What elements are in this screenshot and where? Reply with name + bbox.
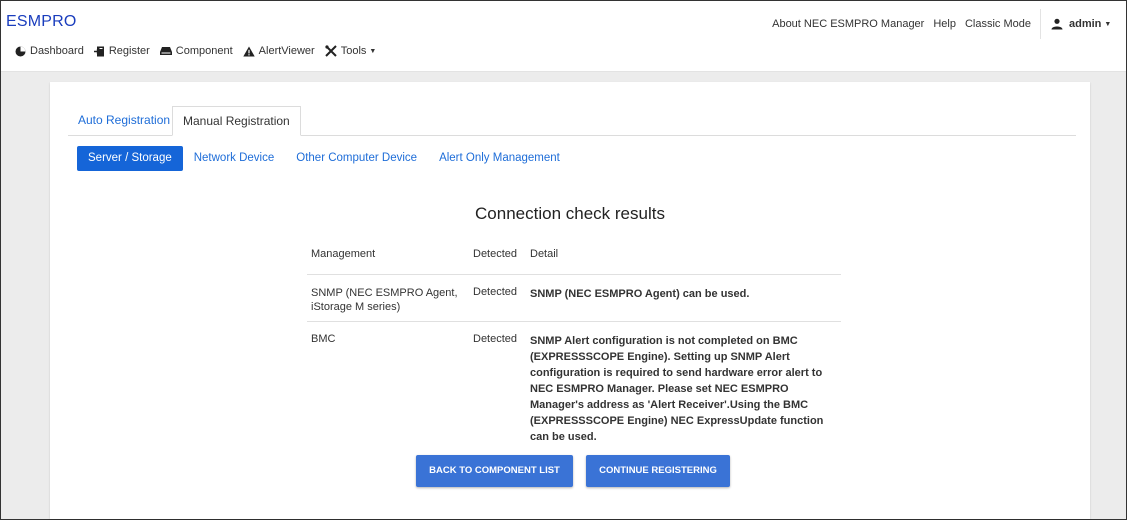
- user-icon: [1051, 18, 1063, 30]
- table-row: BMC Detected SNMP Alert configuration is…: [307, 322, 841, 447]
- row-detected: Detected: [472, 274, 529, 322]
- header-links: About NEC ESMPRO Manager Help Classic Mo…: [772, 9, 1126, 39]
- nav-component-label: Component: [175, 45, 233, 57]
- page-title: Connection check results: [475, 204, 665, 223]
- device-type-nav: Server / Storage Network Device Other Co…: [77, 146, 571, 171]
- row-detail: SNMP Alert configuration is not complete…: [530, 335, 824, 443]
- row-detected: Detected: [473, 333, 518, 345]
- alert-icon: [242, 46, 255, 56]
- tab-manual-registration[interactable]: Manual Registration: [172, 106, 301, 136]
- help-link[interactable]: Help: [933, 18, 956, 30]
- nav-dashboard[interactable]: Dashboard: [15, 45, 84, 57]
- row-detail: SNMP (NEC ESMPRO Agent) can be used.: [529, 274, 841, 322]
- row-management: BMC: [311, 333, 336, 345]
- classic-mode-link[interactable]: Classic Mode: [965, 18, 1031, 30]
- about-link[interactable]: About NEC ESMPRO Manager: [772, 18, 924, 30]
- chevron-down-icon: ▼: [1104, 20, 1112, 28]
- app-brand[interactable]: ESMPRO: [6, 13, 77, 31]
- continue-registering-button[interactable]: CONTINUE REGISTERING: [586, 455, 730, 487]
- content-area: Auto Registration Manual Registration Se…: [1, 72, 1126, 519]
- nav-alertviewer-label: AlertViewer: [258, 45, 315, 57]
- register-icon: [93, 46, 104, 56]
- registration-tabs: Auto Registration Manual Registration: [68, 97, 1076, 136]
- chevron-down-icon: ▼: [369, 47, 377, 55]
- nav-alertviewer[interactable]: AlertViewer: [242, 45, 315, 57]
- nav-register[interactable]: Register: [93, 45, 150, 57]
- subnav-server-storage[interactable]: Server / Storage: [77, 146, 183, 171]
- user-menu[interactable]: admin ▼: [1040, 9, 1126, 39]
- tools-icon: [325, 45, 337, 57]
- nav-component[interactable]: Component: [159, 45, 233, 57]
- table-row: SNMP (NEC ESMPRO Agent, iStorage M serie…: [307, 274, 841, 322]
- subnav-alert-only-management[interactable]: Alert Only Management: [428, 146, 571, 171]
- user-name: admin: [1069, 18, 1102, 30]
- column-header-detail: Detail: [529, 234, 841, 275]
- dashboard-icon: [15, 46, 26, 56]
- column-header-detected: Detected: [472, 234, 529, 275]
- column-header-management: Management: [307, 234, 472, 275]
- registration-card: Auto Registration Manual Registration Se…: [50, 82, 1090, 519]
- nav-tools-label: Tools: [340, 45, 367, 57]
- nav-register-label: Register: [108, 45, 150, 57]
- nav-dashboard-label: Dashboard: [30, 45, 84, 57]
- subnav-network-device[interactable]: Network Device: [183, 146, 286, 171]
- top-bar: ESMPRO About NEC ESMPRO Manager Help Cla…: [1, 1, 1126, 72]
- subnav-other-computer-device[interactable]: Other Computer Device: [285, 146, 428, 171]
- main-nav: Dashboard Register Component AlertViewer…: [15, 45, 386, 57]
- table-header-row: Management Detected Detail: [307, 234, 841, 275]
- component-icon: [159, 47, 172, 55]
- tab-auto-registration[interactable]: Auto Registration: [68, 106, 180, 135]
- nav-tools[interactable]: Tools ▼: [325, 45, 377, 57]
- results-table: Management Detected Detail SNMP (NEC ESM…: [307, 234, 841, 446]
- row-management: SNMP (NEC ESMPRO Agent, iStorage M serie…: [307, 274, 472, 322]
- back-to-component-list-button[interactable]: BACK TO COMPONENT LIST: [416, 455, 573, 487]
